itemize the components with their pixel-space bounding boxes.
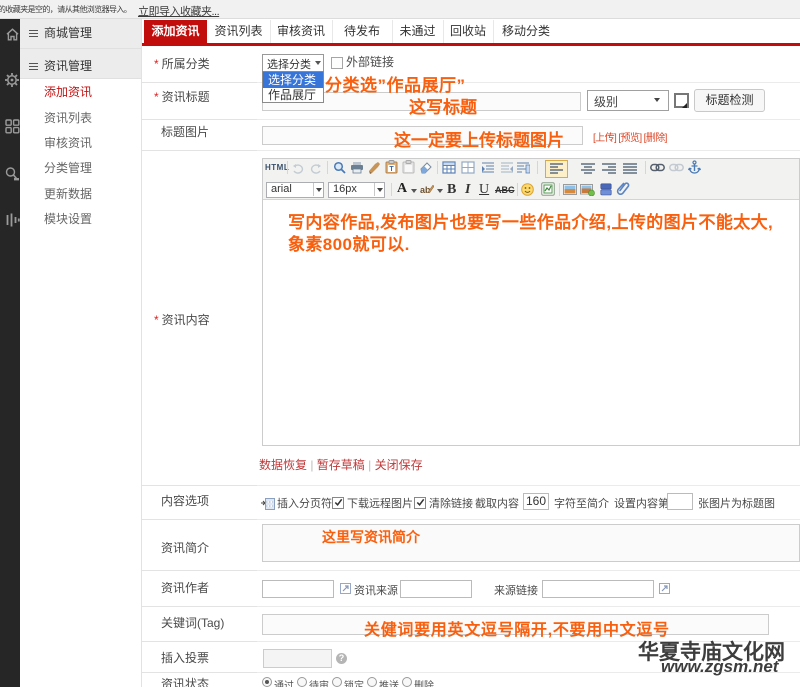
svg-text:T: T xyxy=(389,166,394,173)
